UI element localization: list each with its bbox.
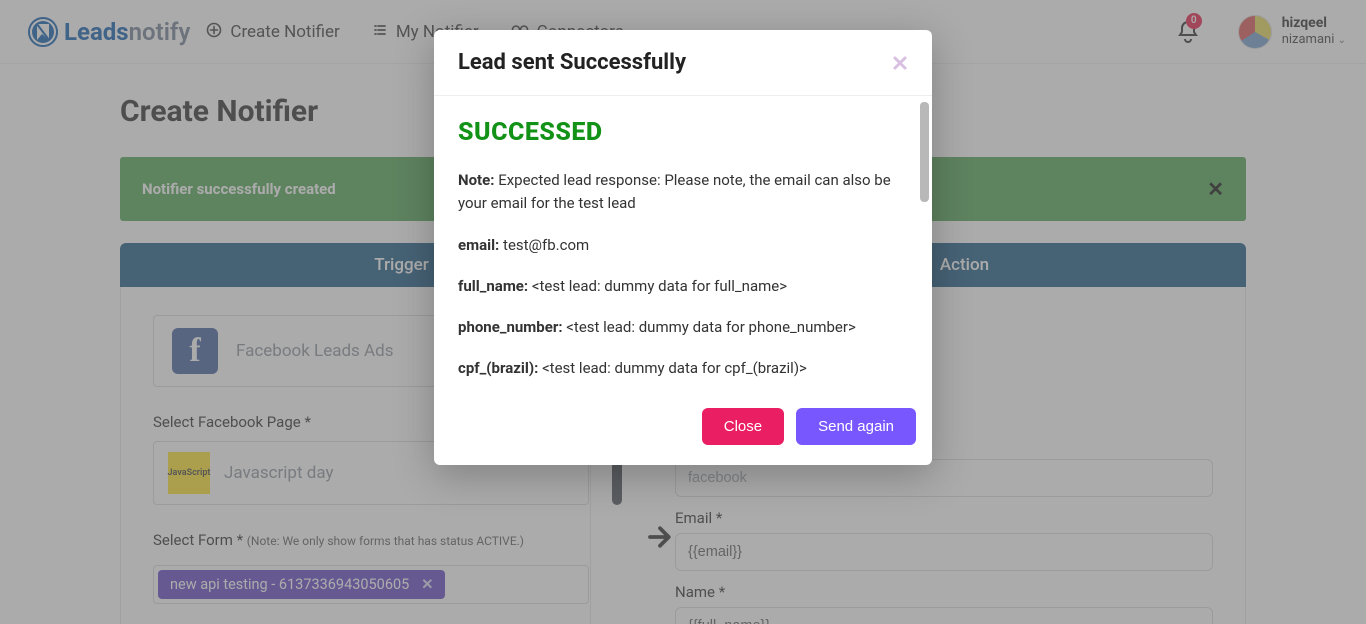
modal-header: Lead sent Successfully: [434, 30, 932, 96]
modal-field-row: full_name: <test lead: dummy data for fu…: [458, 275, 908, 298]
modal-field-key: phone_number:: [458, 318, 563, 336]
modal-note-label: Note:: [458, 171, 494, 189]
modal-field-key: cpf_(brazil):: [458, 359, 538, 377]
modal-field-value: test@fb.com: [503, 236, 589, 254]
modal-scrollbar-thumb[interactable]: [920, 102, 929, 202]
modal-field-row: phone_number: <test lead: dummy data for…: [458, 316, 908, 339]
modal-note-text: Expected lead response: Please note, the…: [458, 171, 891, 212]
modal-field-key: full_name:: [458, 277, 528, 295]
modal-close-icon[interactable]: [892, 55, 908, 71]
modal-status: SUCCESSED: [458, 118, 908, 147]
close-button[interactable]: Close: [702, 408, 784, 445]
modal-field-row: email: test@fb.com: [458, 234, 908, 257]
send-again-button[interactable]: Send again: [796, 408, 916, 445]
modal-body: SUCCESSED Note: Expected lead response: …: [434, 96, 932, 396]
modal-field-key: email:: [458, 236, 499, 254]
modal-note: Note: Expected lead response: Please not…: [458, 169, 908, 216]
modal-field-value: <test lead: dummy data for full_name>: [532, 277, 787, 295]
lead-sent-modal: Lead sent Successfully SUCCESSED Note: E…: [434, 30, 932, 465]
modal-title: Lead sent Successfully: [458, 50, 686, 75]
modal-field-row: cpf_(brazil): <test lead: dummy data for…: [458, 357, 908, 380]
modal-field-value: <test lead: dummy data for phone_number>: [566, 318, 856, 336]
modal-field-value: <test lead: dummy data for cpf_(brazil)>: [542, 359, 807, 377]
modal-footer: Close Send again: [434, 396, 932, 465]
